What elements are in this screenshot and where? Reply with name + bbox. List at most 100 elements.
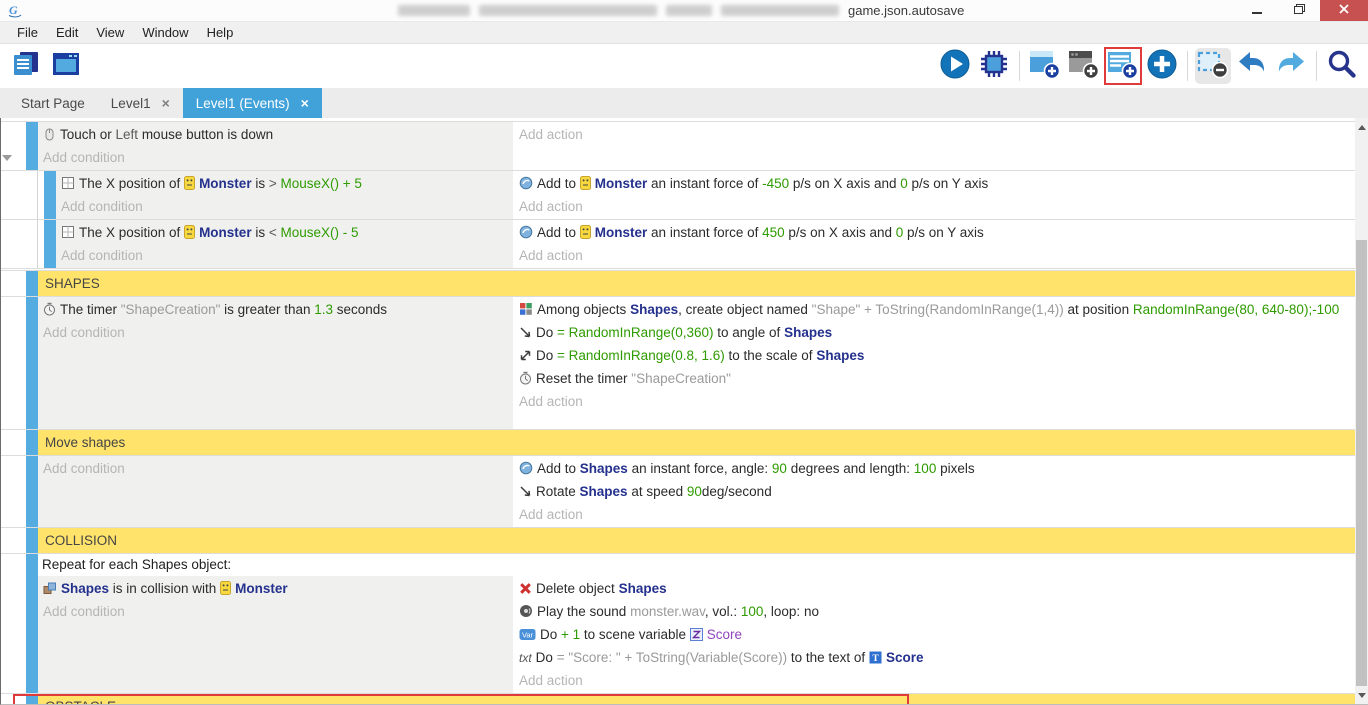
action-line[interactable]: Rotate Shapes at speed 90deg/second — [519, 481, 1349, 504]
menu-item-window[interactable]: Window — [133, 25, 197, 40]
indent-bar — [26, 694, 38, 704]
add-condition[interactable]: Add condition — [43, 458, 507, 479]
action-line[interactable]: Delete object Shapes — [519, 578, 1349, 601]
action-line[interactable]: Reset the timer "ShapeCreation" — [519, 368, 1349, 391]
add-comment-button[interactable] — [1066, 48, 1102, 84]
scale-icon — [519, 347, 532, 368]
actions-cell[interactable]: Among objects Shapes, create object name… — [513, 297, 1355, 429]
action-line[interactable]: Do = RandomInRange(0.8, 1.6) to the scal… — [519, 345, 1349, 368]
conditions-cell[interactable]: Add condition — [38, 456, 513, 527]
group-header[interactable]: COLLISION — [38, 528, 1355, 553]
menu-item-help[interactable]: Help — [198, 25, 243, 40]
group-row: COLLISION — [1, 528, 1355, 554]
text-segment: Monster — [235, 581, 288, 596]
add-action[interactable]: Add action — [519, 245, 1349, 266]
scoretext-icon: T — [869, 649, 882, 670]
force-icon — [519, 175, 533, 196]
condition-line[interactable]: Touch or Left mouse button is down — [43, 124, 507, 147]
tab-level1-events[interactable]: Level1 (Events)× — [183, 88, 322, 118]
indent-gutter — [1, 271, 38, 296]
conditions-cell[interactable]: The X position of Monster is > MouseX() … — [56, 171, 513, 219]
add-action[interactable]: Add action — [519, 196, 1349, 217]
project-manager-icon — [11, 50, 41, 83]
text-segment: 1.3 — [314, 302, 333, 317]
condition-line[interactable]: The timer "ShapeCreation" is greater tha… — [43, 299, 507, 322]
add-event-button[interactable] — [1027, 48, 1063, 84]
add-subevent-icon — [1106, 48, 1140, 85]
text-segment: 100 — [914, 461, 937, 476]
scroll-up-button[interactable] — [1355, 120, 1368, 134]
add-condition[interactable]: Add condition — [43, 147, 507, 168]
add-condition[interactable]: Add condition — [61, 245, 507, 266]
action-line[interactable]: txtDo = "Score: " + ToString(Variable(Sc… — [519, 647, 1349, 670]
tab-start-page[interactable]: Start Page — [8, 88, 98, 118]
sound-icon — [519, 603, 533, 624]
conditions-cell[interactable]: The X position of Monster is < MouseX() … — [56, 220, 513, 268]
deactivate-button[interactable] — [1195, 48, 1231, 84]
action-line[interactable]: Do = RandomInRange(0,360) to angle of Sh… — [519, 322, 1349, 345]
project-manager-button[interactable] — [8, 48, 44, 84]
actions-cell[interactable]: Delete object ShapesPlay the sound monst… — [513, 576, 1355, 693]
conditions-cell[interactable]: Shapes is in collision with MonsterAdd c… — [38, 576, 513, 693]
group-header[interactable]: Move shapes — [38, 430, 1355, 455]
add-condition[interactable]: Add condition — [43, 601, 507, 622]
text-segment: Do — [540, 627, 561, 642]
event-body: The timer "ShapeCreation" is greater tha… — [38, 297, 1355, 429]
text-segment: deg/second — [702, 484, 772, 499]
undo-button[interactable] — [1234, 48, 1270, 84]
minimize-button[interactable] — [1236, 0, 1278, 21]
vertical-scrollbar[interactable] — [1355, 118, 1368, 704]
redo-button[interactable] — [1273, 48, 1309, 84]
condition-line[interactable]: The X position of Monster is > MouseX() … — [61, 173, 507, 196]
actions-cell[interactable]: Add action — [513, 122, 1355, 170]
action-line[interactable]: Play the sound monster.wav, vol.: 100, l… — [519, 601, 1349, 624]
add-action[interactable]: Add action — [519, 670, 1349, 691]
text-segment: Add to — [537, 461, 580, 476]
maximize-button[interactable] — [1278, 0, 1320, 21]
event-body: The X position of Monster is < MouseX() … — [56, 220, 1355, 268]
action-line[interactable]: Among objects Shapes, create object name… — [519, 299, 1349, 322]
scrollbar-thumb[interactable] — [1356, 240, 1367, 686]
group-header[interactable]: SHAPES — [38, 271, 1355, 296]
close-button[interactable] — [1320, 0, 1368, 21]
conditions-cell[interactable]: Touch or Left mouse button is downAdd co… — [38, 122, 513, 170]
indent-gutter — [1, 122, 38, 170]
text-segment: Monster — [199, 225, 252, 240]
search-button[interactable] — [1324, 48, 1360, 84]
debug-button[interactable] — [976, 48, 1012, 84]
menu-bar: FileEditViewWindowHelp — [0, 22, 1368, 44]
tab-level1[interactable]: Level1× — [98, 88, 183, 118]
scene-editor-button[interactable] — [48, 48, 84, 84]
collapse-arrow-icon[interactable] — [2, 155, 12, 161]
action-line[interactable]: Add to Shapes an instant force, angle: 9… — [519, 458, 1349, 481]
condition-line[interactable]: The X position of Monster is < MouseX() … — [61, 222, 507, 245]
condition-line[interactable]: Shapes is in collision with Monster — [43, 578, 507, 601]
add-condition[interactable]: Add condition — [43, 322, 507, 343]
text-segment: p/s on Y axis — [908, 176, 989, 191]
action-line[interactable]: Add to Monster an instant force of 450 p… — [519, 222, 1349, 245]
add-subevent-button[interactable] — [1105, 48, 1141, 84]
actions-cell[interactable]: Add to Monster an instant force of 450 p… — [513, 220, 1355, 268]
title-bar: G game.json.autosave — [0, 0, 1368, 22]
add-action[interactable]: Add action — [519, 391, 1349, 412]
add-action[interactable]: Add action — [519, 124, 1349, 145]
add-action[interactable]: Add action — [519, 504, 1349, 525]
scroll-down-button[interactable] — [1355, 688, 1368, 702]
add-condition[interactable]: Add condition — [61, 196, 507, 217]
actions-cell[interactable]: Add to Monster an instant force of -450 … — [513, 171, 1355, 219]
action-line[interactable]: Add to Monster an instant force of -450 … — [519, 173, 1349, 196]
action-line[interactable]: VarDo + 1 to scene variable Score — [519, 624, 1349, 647]
tab-close-icon[interactable]: × — [162, 95, 170, 111]
menu-item-view[interactable]: View — [87, 25, 133, 40]
text-segment: degrees and length: — [787, 461, 914, 476]
actions-cell[interactable]: Add to Shapes an instant force, angle: 9… — [513, 456, 1355, 527]
group-header[interactable]: OBSTACLE — [38, 694, 1355, 704]
menu-item-edit[interactable]: Edit — [47, 25, 87, 40]
tab-close-icon[interactable]: × — [301, 95, 309, 111]
conditions-cell[interactable]: The timer "ShapeCreation" is greater tha… — [38, 297, 513, 429]
foreach-header[interactable]: Repeat for each Shapes object: — [38, 554, 1355, 576]
add-circle-button[interactable] — [1144, 48, 1180, 84]
menu-item-file[interactable]: File — [8, 25, 47, 40]
shapes-icon — [43, 580, 57, 601]
play-button[interactable] — [937, 48, 973, 84]
